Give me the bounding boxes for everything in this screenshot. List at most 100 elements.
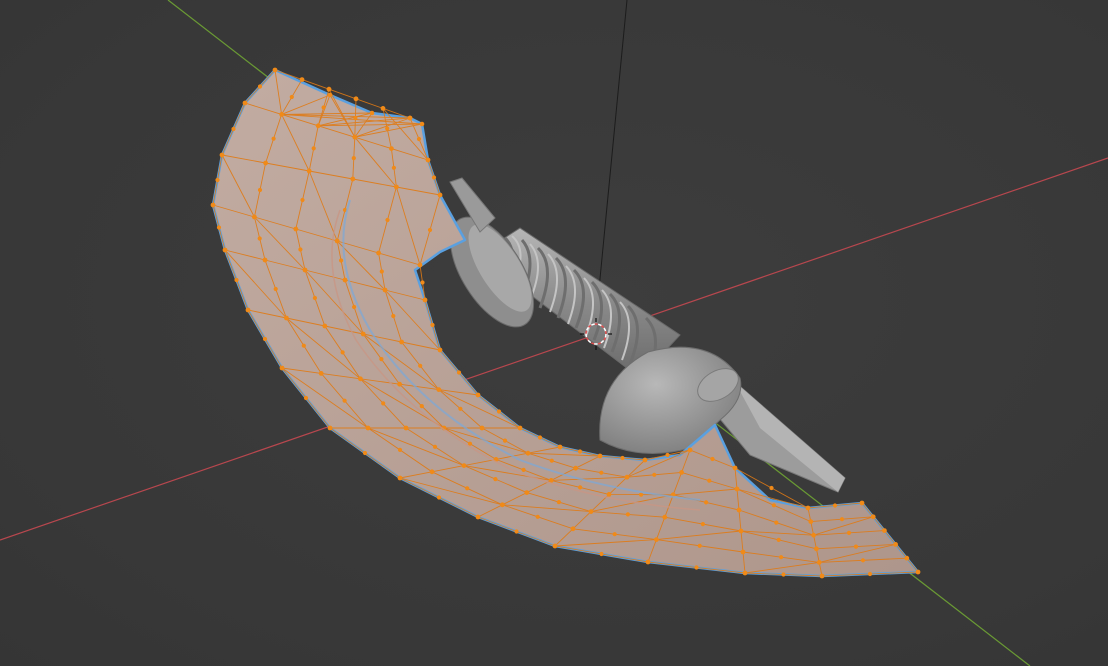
mesh-vertex[interactable] — [557, 444, 563, 450]
mesh-vertex[interactable] — [740, 549, 746, 555]
mesh-vertex[interactable] — [882, 528, 887, 533]
mesh-vertex[interactable] — [215, 177, 220, 183]
mesh-vertex[interactable] — [263, 160, 268, 166]
mesh-vertex[interactable] — [271, 136, 276, 141]
mesh-vertex[interactable] — [342, 277, 348, 283]
mesh-vertex[interactable] — [382, 287, 388, 293]
mesh-vertex[interactable] — [436, 495, 442, 500]
mesh-vertex[interactable] — [312, 295, 317, 301]
mesh-vertex[interactable] — [242, 100, 248, 106]
mesh-vertex[interactable] — [620, 455, 625, 461]
mesh-vertex[interactable] — [334, 238, 340, 244]
mesh-vertex[interactable] — [342, 398, 347, 403]
mesh-vertex[interactable] — [662, 514, 668, 520]
mesh-vertex[interactable] — [867, 571, 873, 577]
mesh-vertex[interactable] — [379, 269, 384, 274]
mesh-vertex[interactable] — [734, 486, 740, 492]
mesh-vertex[interactable] — [436, 387, 442, 392]
mesh-vertex[interactable] — [500, 502, 505, 508]
mesh-vertex[interactable] — [298, 247, 303, 252]
mesh-vertex[interactable] — [461, 463, 467, 468]
mesh-vertex[interactable] — [597, 453, 603, 459]
mesh-vertex[interactable] — [327, 425, 333, 431]
mesh-vertex[interactable] — [704, 500, 709, 505]
mesh-vertex[interactable] — [819, 573, 825, 579]
mesh-vertex[interactable] — [654, 537, 659, 542]
mesh-vertex[interactable] — [245, 307, 251, 313]
mesh-vertex[interactable] — [839, 517, 845, 522]
mesh-vertex[interactable] — [385, 126, 390, 131]
mesh-vertex[interactable] — [556, 500, 562, 505]
mesh-vertex[interactable] — [432, 444, 438, 449]
mesh-vertex[interactable] — [420, 280, 425, 285]
mesh-vertex[interactable] — [257, 84, 263, 89]
mesh-vertex[interactable] — [710, 456, 715, 462]
mesh-vertex[interactable] — [352, 134, 358, 140]
mesh-vertex[interactable] — [805, 505, 811, 511]
mesh-vertex[interactable] — [380, 106, 386, 111]
mesh-vertex[interactable] — [707, 478, 712, 483]
mesh-vertex[interactable] — [624, 474, 630, 480]
mesh-vertex[interactable] — [859, 500, 865, 506]
mesh-vertex[interactable] — [456, 370, 462, 375]
mesh-vertex[interactable] — [273, 286, 278, 292]
mesh-vertex[interactable] — [687, 447, 693, 453]
mesh-vertex[interactable] — [365, 425, 371, 431]
mesh-vertex[interactable] — [389, 146, 394, 152]
mesh-vertex[interactable] — [234, 277, 239, 283]
mesh-vertex[interactable] — [397, 475, 403, 481]
mesh-vertex[interactable] — [379, 357, 384, 362]
mesh-vertex[interactable] — [537, 435, 543, 440]
mesh-vertex[interactable] — [479, 425, 485, 431]
mesh-vertex[interactable] — [340, 350, 345, 355]
mesh-vertex[interactable] — [781, 572, 786, 577]
mesh-vertex[interactable] — [514, 529, 519, 534]
mesh-vertex[interactable] — [437, 347, 443, 353]
mesh-vertex[interactable] — [736, 507, 742, 513]
mesh-vertex[interactable] — [339, 258, 344, 263]
mesh-vertex[interactable] — [403, 425, 409, 431]
mesh-vertex[interactable] — [425, 157, 431, 163]
mesh-vertex[interactable] — [397, 381, 402, 387]
mesh-vertex[interactable] — [893, 542, 898, 547]
mesh-vertex[interactable] — [535, 514, 540, 519]
mesh-vertex[interactable] — [599, 470, 604, 475]
mesh-vertex[interactable] — [437, 192, 443, 198]
mesh-vertex[interactable] — [257, 187, 263, 193]
mesh-vertex[interactable] — [732, 465, 738, 471]
mesh-vertex[interactable] — [612, 532, 617, 537]
mesh-vertex[interactable] — [679, 470, 684, 475]
mesh-vertex[interactable] — [697, 543, 702, 548]
mesh-vertex[interactable] — [549, 458, 554, 463]
mesh-vertex[interactable] — [475, 514, 481, 520]
mesh-vertex[interactable] — [399, 339, 404, 345]
blade-face[interactable] — [211, 68, 920, 578]
mesh-vertex[interactable] — [315, 123, 321, 129]
mesh-vertex[interactable] — [257, 236, 262, 241]
mesh-vertex[interactable] — [577, 449, 583, 454]
mesh-vertex[interactable] — [776, 537, 781, 543]
mesh-vertex[interactable] — [652, 472, 657, 477]
mesh-vertex[interactable] — [458, 406, 463, 411]
mesh-vertex[interactable] — [573, 465, 578, 471]
mesh-vertex[interactable] — [493, 477, 498, 482]
mesh-vertex[interactable] — [521, 467, 526, 472]
mesh-vertex[interactable] — [625, 512, 631, 517]
mesh-vertex[interactable] — [570, 526, 576, 532]
mesh-vertex[interactable] — [645, 559, 651, 565]
mesh-vertex[interactable] — [502, 438, 508, 443]
mesh-vertex[interactable] — [427, 227, 433, 233]
mesh-vertex[interactable] — [358, 376, 363, 382]
mesh-vertex[interactable] — [327, 92, 333, 98]
mesh-vertex[interactable] — [915, 569, 921, 575]
mesh-vertex[interactable] — [419, 404, 424, 409]
mesh-vertex[interactable] — [578, 485, 583, 490]
mesh-vertex[interactable] — [289, 94, 294, 100]
mesh-vertex[interactable] — [774, 520, 779, 525]
mesh-vertex[interactable] — [517, 425, 523, 431]
mesh-vertex[interactable] — [552, 543, 558, 549]
mesh-vertex[interactable] — [816, 560, 822, 565]
mesh-vertex[interactable] — [814, 546, 819, 552]
mesh-vertex[interactable] — [303, 395, 309, 401]
mesh-vertex[interactable] — [811, 532, 816, 538]
